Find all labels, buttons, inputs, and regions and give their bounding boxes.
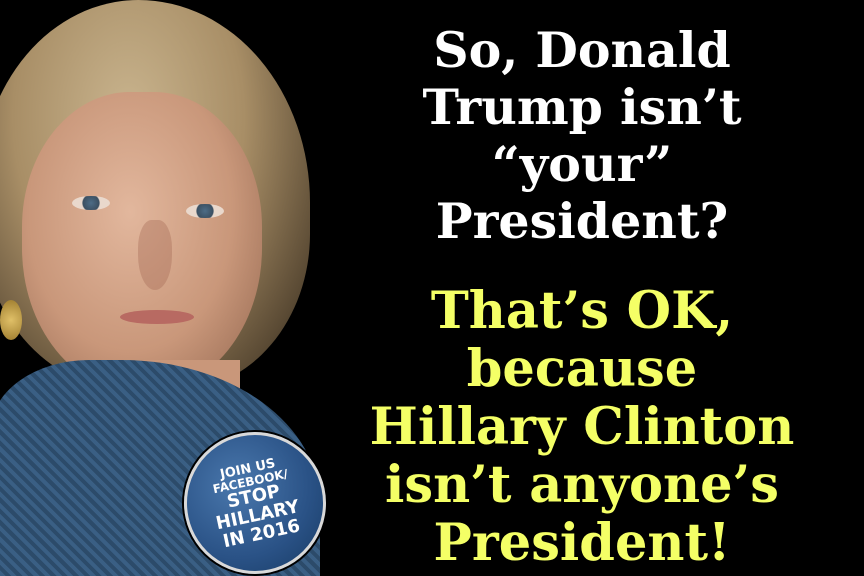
headline-question-line: “your” — [491, 135, 673, 193]
headline-answer-line: That’s OK, — [430, 281, 734, 341]
lips-shape — [120, 310, 194, 324]
headline-question: So, Donald Trump isn’t “your” President? — [300, 22, 864, 250]
nose-shape — [138, 220, 172, 290]
right-eye — [186, 204, 224, 218]
headline-question-line: So, Donald — [433, 21, 731, 79]
headline-answer-line: Hillary Clinton — [369, 397, 795, 457]
headline-answer-line: because — [466, 339, 698, 399]
left-eye — [72, 196, 110, 210]
headline-answer-line: President! — [433, 513, 731, 573]
headline-question-line: President? — [435, 192, 729, 250]
headline-answer: That’s OK, because Hillary Clinton isn’t… — [300, 282, 864, 572]
headline-question-line: Trump isn’t — [422, 78, 742, 136]
earring — [0, 300, 22, 340]
headline-answer-line: isn’t anyone’s — [384, 455, 779, 515]
meme-canvas: So, Donald Trump isn’t “your” President?… — [0, 0, 864, 576]
